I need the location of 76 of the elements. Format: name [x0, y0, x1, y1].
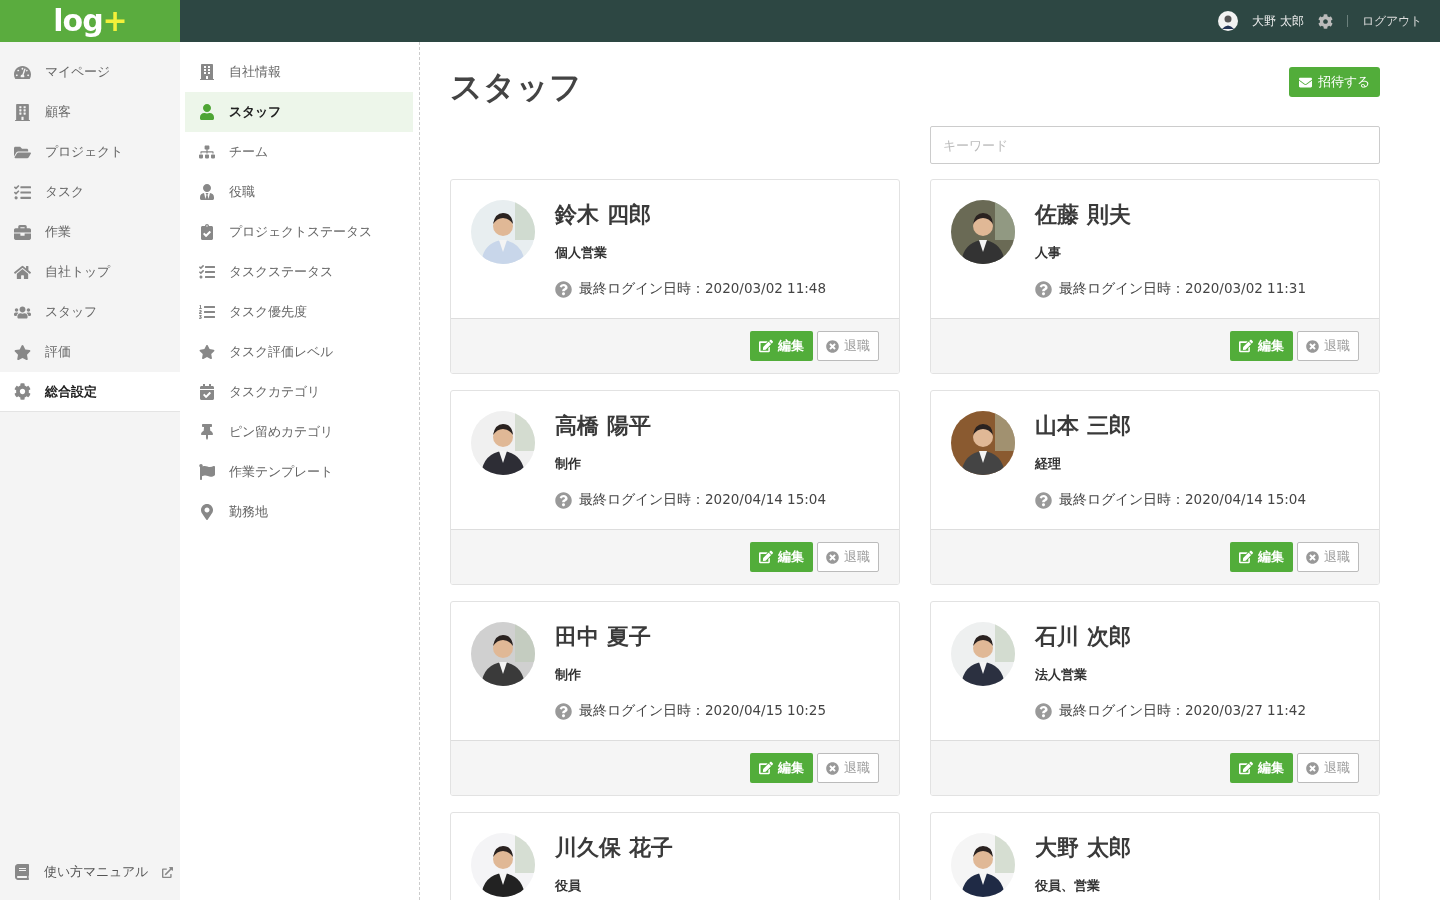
page-title: スタッフ [450, 67, 582, 108]
sidebar-item[interactable]: 自社トップ [0, 252, 180, 292]
close-icon [826, 339, 839, 353]
last-login: 最終ログイン日時：2020/04/15 10:25 [579, 702, 826, 720]
external-link-icon [162, 866, 173, 878]
settings-menu-item[interactable]: プロジェクトステータス [185, 212, 413, 252]
retire-button[interactable]: 退職 [817, 331, 879, 361]
sidebar-item[interactable]: タスク [0, 172, 180, 212]
staff-name: 大野 太郎 [1035, 834, 1131, 862]
settings-menu-item[interactable]: スタッフ [185, 92, 413, 132]
close-icon [1306, 761, 1319, 775]
retire-button[interactable]: 退職 [1297, 542, 1359, 572]
sidebar-item[interactable]: マイページ [0, 52, 180, 92]
user-name[interactable]: 大野 太郎 [1252, 12, 1304, 30]
book-icon [14, 864, 30, 880]
settings-menu-item[interactable]: 作業テンプレート [185, 452, 413, 492]
close-icon [826, 761, 839, 775]
retire-button[interactable]: 退職 [817, 753, 879, 783]
edit-icon [1239, 761, 1253, 775]
avatar-icon [1218, 11, 1239, 31]
settings-menu-item[interactable]: タスク優先度 [185, 292, 413, 332]
settings-menu-item[interactable]: タスクカテゴリ [185, 372, 413, 412]
manual-link[interactable]: 使い方マニュアル [44, 863, 148, 881]
help-icon [555, 280, 572, 298]
settings-menu-item[interactable]: ピン留めカテゴリ [185, 412, 413, 452]
sidebar-item[interactable]: 作業 [0, 212, 180, 252]
staff-name: 石川 次郎 [1035, 623, 1132, 651]
edit-icon [1239, 550, 1253, 564]
retire-button[interactable]: 退職 [1297, 753, 1359, 783]
help-icon [1035, 702, 1052, 720]
staff-role: 法人営業 [1035, 666, 1088, 684]
staff-role: 個人営業 [555, 244, 608, 262]
last-login: 最終ログイン日時：2020/03/27 11:42 [1059, 702, 1306, 720]
settings-menu-item[interactable]: 自社情報 [185, 52, 413, 92]
staff-role: 役員、営業 [1035, 877, 1101, 895]
staff-role: 人事 [1035, 244, 1062, 262]
retire-button[interactable]: 退職 [1297, 331, 1359, 361]
help-icon [555, 702, 572, 720]
sidebar-item[interactable]: スタッフ [0, 292, 180, 332]
staff-name: 鈴木 四郎 [555, 201, 652, 229]
sidebar-item[interactable]: 総合設定 [0, 372, 180, 412]
settings-menu-item[interactable]: タスクステータス [185, 252, 413, 292]
logout-link[interactable]: ログアウト [1362, 12, 1422, 30]
settings-menu-item[interactable]: チーム [185, 132, 413, 172]
edit-icon [759, 550, 773, 564]
settings-menu-item[interactable]: 勤務地 [185, 492, 413, 532]
help-icon [1035, 491, 1052, 509]
sidebar-item[interactable]: プロジェクト [0, 132, 180, 172]
last-login: 最終ログイン日時：2020/04/14 15:04 [579, 491, 826, 509]
edit-icon [1239, 339, 1253, 353]
last-login: 最終ログイン日時：2020/03/02 11:48 [579, 280, 826, 298]
staff-role: 役員 [555, 877, 582, 895]
last-login: 最終ログイン日時：2020/03/02 11:31 [1059, 280, 1306, 298]
staff-name: 佐藤 則夫 [1035, 201, 1132, 229]
staff-name: 高橋 陽平 [555, 412, 652, 440]
envelope-icon [1299, 75, 1312, 89]
sidebar-item[interactable]: 顧客 [0, 92, 180, 132]
staff-role: 制作 [555, 666, 582, 684]
close-icon [826, 550, 839, 564]
settings-menu-item[interactable]: タスク評価レベル [185, 332, 413, 372]
settings-menu-item[interactable]: 役職 [185, 172, 413, 212]
close-icon [1306, 550, 1319, 564]
retire-button[interactable]: 退職 [817, 542, 879, 572]
staff-role: 制作 [555, 455, 582, 473]
staff-name: 田中 夏子 [555, 623, 652, 651]
edit-icon [759, 339, 773, 353]
settings-icon[interactable] [1318, 13, 1333, 29]
edit-icon [759, 761, 773, 775]
last-login: 最終ログイン日時：2020/04/14 15:04 [1059, 491, 1306, 509]
help-icon [555, 491, 572, 509]
help-icon [1035, 280, 1052, 298]
sidebar-item[interactable]: 評価 [0, 332, 180, 372]
staff-role: 経理 [1035, 455, 1062, 473]
staff-name: 山本 三郎 [1035, 412, 1132, 440]
close-icon [1306, 339, 1319, 353]
staff-name: 川久保 花子 [555, 834, 673, 862]
